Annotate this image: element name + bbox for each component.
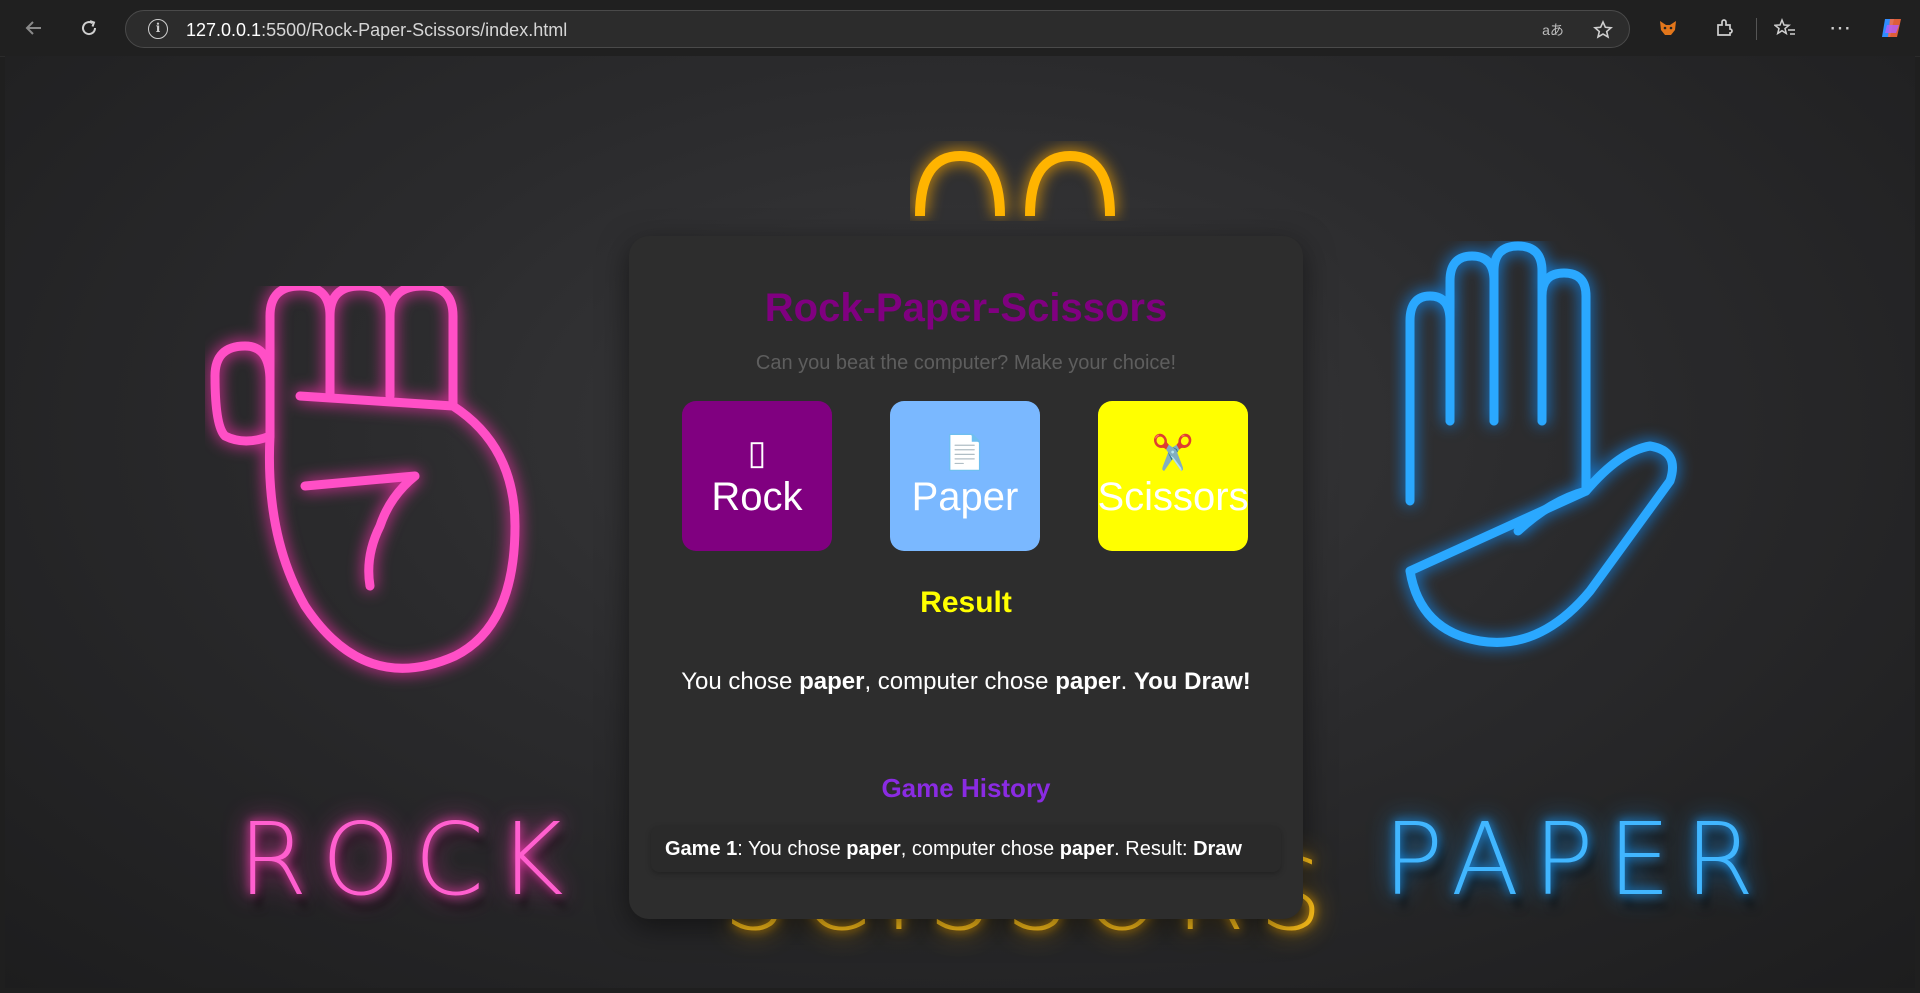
rock-label: Rock — [711, 475, 803, 519]
result-computer-choice: paper — [1055, 668, 1121, 695]
scissors-button[interactable]: ✂️ Scissors — [1098, 401, 1248, 551]
toolbar-separator — [1756, 18, 1757, 40]
url-text[interactable]: 127.0.0.1:5500/Rock-Paper-Scissors/index… — [186, 20, 567, 41]
copilot-icon[interactable] — [1876, 12, 1908, 44]
read-aloud-icon[interactable]: aあ — [1541, 18, 1565, 42]
game-title: Rock-Paper-Scissors — [764, 286, 1168, 330]
neon-open-hand-icon — [1405, 241, 1677, 647]
result-heading: Result — [920, 586, 1012, 619]
favorites-icon[interactable] — [1769, 12, 1801, 44]
scissors-label: Scissors — [1098, 475, 1248, 519]
neon-scissors-icon — [915, 150, 1115, 217]
result-user-choice: paper — [799, 668, 865, 695]
site-info-icon[interactable]: i — [148, 19, 168, 39]
metamask-extension-icon[interactable] — [1652, 12, 1684, 44]
paper-icon: 📄 — [943, 434, 987, 472]
neon-paper-label: PAPER — [1383, 801, 1769, 918]
browser-toolbar: i 127.0.0.1:5500/Rock-Paper-Scissors/ind… — [0, 0, 1920, 57]
neon-rock-label: ROCK — [238, 801, 578, 918]
reload-button[interactable] — [73, 12, 105, 44]
more-options-icon[interactable]: ⋯ — [1824, 12, 1856, 44]
back-arrow-icon — [25, 21, 41, 35]
result-text: You chose paper, computer chose paper. Y… — [681, 668, 1251, 695]
extensions-icon[interactable] — [1708, 12, 1740, 44]
game-card: Rock-Paper-Scissors Can you beat the com… — [629, 236, 1303, 919]
neon-fist-icon — [210, 286, 520, 673]
paper-label: Paper — [911, 475, 1019, 519]
paper-button[interactable]: 📄 Paper — [890, 401, 1040, 551]
back-button[interactable] — [18, 12, 50, 44]
page-viewport: ROCK SCISSORS PAPER Rock-Paper-Scissors … — [5, 56, 1915, 988]
favorite-star-icon[interactable] — [1591, 18, 1615, 42]
reload-icon — [82, 20, 97, 36]
scissors-icon: ✂️ — [1151, 434, 1195, 472]
history-game-label: Game 1 — [665, 838, 738, 860]
result-outcome: You Draw! — [1133, 668, 1251, 695]
history-result: Draw — [1193, 838, 1242, 860]
rock-button[interactable]: ▯ Rock — [682, 401, 832, 551]
game-subtitle: Can you beat the computer? Make your cho… — [755, 352, 1177, 374]
history-list-item: Game 1: You chose paper, computer chose … — [651, 826, 1281, 872]
history-heading: Game History — [881, 773, 1051, 803]
rock-icon: ▯ — [747, 434, 767, 472]
address-bar[interactable]: i 127.0.0.1:5500/Rock-Paper-Scissors/ind… — [125, 10, 1630, 48]
